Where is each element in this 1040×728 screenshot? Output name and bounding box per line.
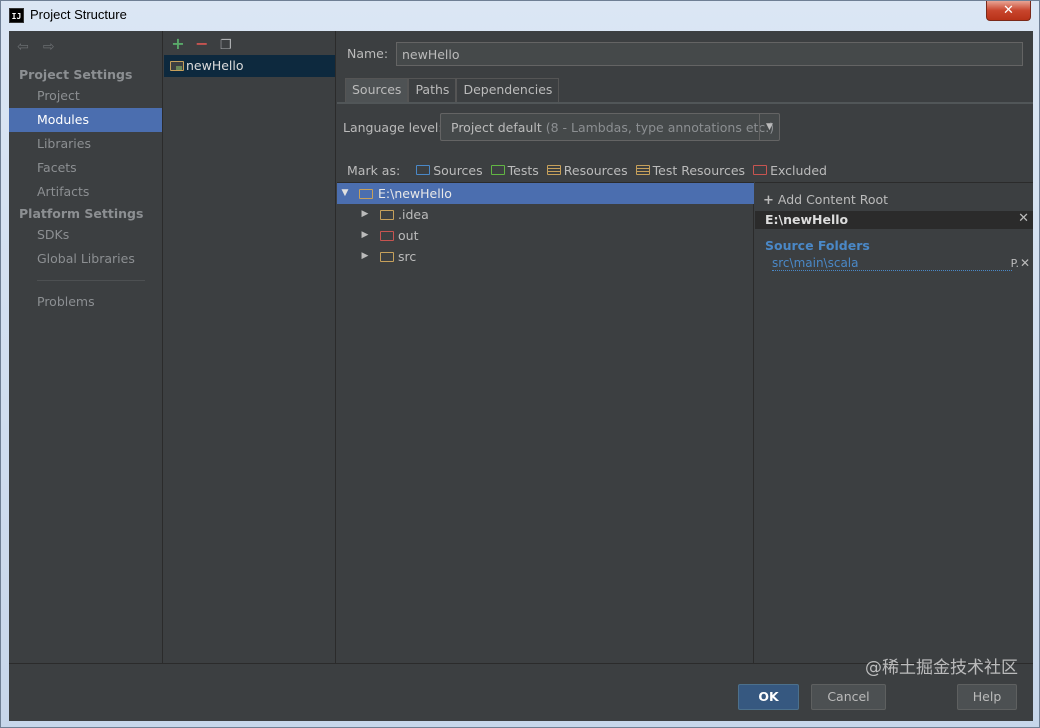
tree-item-label: src: [398, 249, 417, 264]
nav-item-artifacts[interactable]: Artifacts: [9, 180, 162, 204]
forward-arrow-icon[interactable]: ⇨: [43, 39, 59, 55]
source-folder-link[interactable]: src\main\scala: [772, 257, 1012, 271]
nav-item-facets[interactable]: Facets: [9, 156, 162, 180]
tab-paths[interactable]: Paths: [408, 78, 457, 102]
nav-item-sdks[interactable]: SDKs: [9, 223, 162, 247]
copy-module-icon[interactable]: ❐: [216, 37, 236, 55]
watermark-text: @稀土掘金技术社区: [865, 658, 1018, 678]
tree-root-row[interactable]: ▼ E:\newHello: [337, 183, 754, 204]
nav-item-modules[interactable]: Modules: [9, 108, 162, 132]
collapsed-arrow-icon[interactable]: ▶: [359, 225, 371, 246]
resources-folder-icon: [546, 165, 561, 175]
expanded-arrow-icon[interactable]: ▼: [339, 183, 351, 204]
title-bar: IJ Project Structure ✕: [1, 1, 1039, 31]
nav-item-global-libraries[interactable]: Global Libraries: [9, 247, 162, 271]
content-root-header: E:\newHello ✕: [755, 211, 1033, 229]
settings-nav: ⇦ ⇨ Project Settings Project Modules Lib…: [9, 31, 163, 663]
excluded-folder-icon: [380, 231, 394, 241]
tree-row[interactable]: ▶ out: [337, 225, 754, 246]
mark-as-bar: Mark as: Sources Tests Resources Test Re…: [347, 161, 835, 179]
add-module-icon[interactable]: +: [168, 35, 188, 53]
language-level-value: Project default (8 - Lambdas, type annot…: [451, 120, 775, 135]
chevron-down-icon[interactable]: ▼: [759, 114, 779, 140]
mark-as-label: Mark as:: [347, 162, 401, 178]
ok-button[interactable]: OK: [738, 684, 799, 710]
tree-item-label: out: [398, 228, 419, 243]
tree-row[interactable]: ▶ .idea: [337, 204, 754, 225]
remove-source-folder-icon[interactable]: ✕: [1020, 256, 1030, 270]
module-item[interactable]: newHello: [164, 55, 335, 77]
mark-sources-button[interactable]: Sources: [416, 163, 483, 178]
nav-item-problems[interactable]: Problems: [9, 290, 162, 314]
cancel-button[interactable]: Cancel: [811, 684, 886, 710]
module-toolbar: + − ❐: [168, 35, 236, 55]
nav-divider: [37, 280, 145, 281]
nav-arrows: ⇦ ⇨: [17, 39, 65, 55]
mark-excluded-button[interactable]: Excluded: [753, 163, 827, 178]
tree-root-label: E:\newHello: [378, 186, 452, 201]
name-label: Name:: [347, 46, 389, 61]
close-window-button[interactable]: ✕: [986, 1, 1031, 21]
remove-module-icon[interactable]: −: [192, 35, 212, 53]
window-title: Project Structure: [30, 7, 127, 22]
module-name-input[interactable]: [396, 42, 1023, 66]
dialog-client: ⇦ ⇨ Project Settings Project Modules Lib…: [9, 31, 1033, 721]
add-content-root-button[interactable]: + Add Content Root: [763, 192, 888, 208]
platform-settings-heading: Platform Settings: [19, 206, 144, 221]
module-list-panel: + − ❐ newHello: [164, 31, 336, 663]
folder-icon: [380, 252, 394, 262]
source-folders-heading: Source Folders: [765, 238, 870, 253]
nav-item-project[interactable]: Project: [9, 84, 162, 108]
nav-item-libraries[interactable]: Libraries: [9, 132, 162, 156]
back-arrow-icon[interactable]: ⇦: [17, 39, 33, 55]
sources-folder-icon: [416, 165, 431, 175]
module-tabs: Sources Paths Dependencies: [345, 78, 560, 102]
file-tree: ▼ E:\newHello ▶ .idea ▶ out ▶ src: [337, 182, 754, 663]
content-root-panel: + Add Content Root E:\newHello ✕ Source F…: [755, 182, 1033, 663]
remove-root-icon[interactable]: ✕: [1018, 211, 1029, 226]
folder-icon: [380, 210, 394, 220]
module-item-label: newHello: [186, 58, 244, 73]
excluded-folder-icon: [753, 165, 768, 175]
mark-resources-button[interactable]: Resources: [546, 163, 628, 178]
language-level-label: Language level:: [343, 120, 443, 135]
tab-sources[interactable]: Sources: [345, 78, 409, 102]
mark-tests-button[interactable]: Tests: [490, 163, 539, 178]
project-structure-window: IJ Project Structure ✕ ⇦ ⇨ Project Setti…: [0, 0, 1040, 728]
mark-test-resources-button[interactable]: Test Resources: [635, 163, 745, 178]
collapsed-arrow-icon[interactable]: ▶: [359, 204, 371, 225]
language-level-select[interactable]: Project default (8 - Lambdas, type annot…: [440, 113, 780, 141]
project-settings-heading: Project Settings: [19, 67, 133, 82]
module-settings-panel: Name: Sources Paths Dependencies Languag…: [337, 31, 1033, 663]
tree-row[interactable]: ▶ src: [337, 246, 754, 267]
package-prefix-icon[interactable]: P.: [1011, 257, 1019, 270]
intellij-icon: IJ: [9, 8, 24, 23]
tab-underline: [337, 102, 1033, 104]
plus-icon: +: [763, 193, 774, 208]
help-button[interactable]: Help: [957, 684, 1017, 710]
test-resources-folder-icon: [635, 165, 650, 175]
tab-dependencies[interactable]: Dependencies: [456, 78, 560, 102]
collapsed-arrow-icon[interactable]: ▶: [359, 246, 371, 267]
module-folder-icon: [170, 61, 184, 71]
folder-icon: [359, 189, 373, 199]
tree-item-label: .idea: [398, 207, 429, 222]
tests-folder-icon: [490, 165, 505, 175]
content-root-path: E:\newHello: [765, 212, 849, 227]
